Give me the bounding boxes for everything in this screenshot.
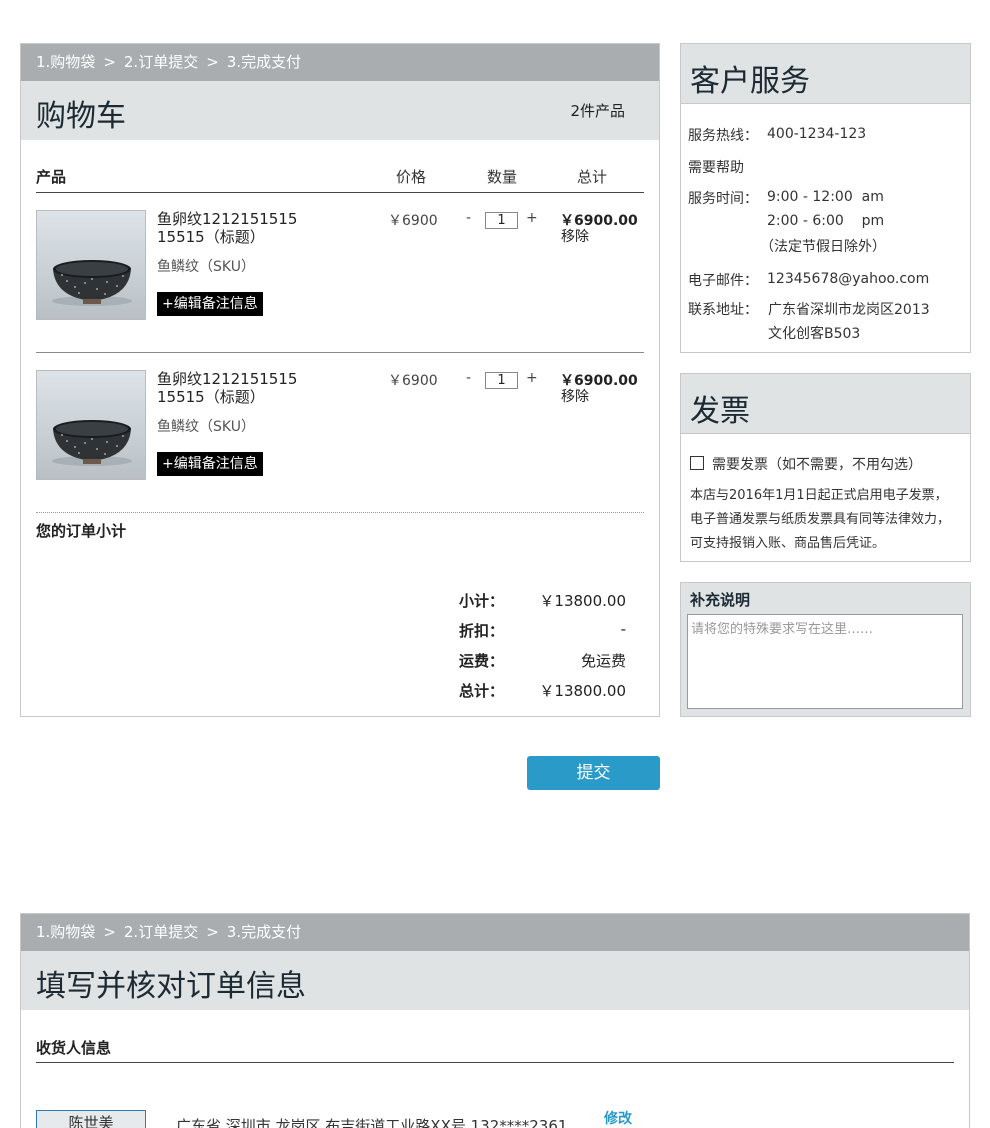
checkout-steps: 1.购物袋 >2.订单提交 >3.完成支付 xyxy=(21,914,969,951)
hours-pm: 2:00 - 6:00 pm xyxy=(767,213,885,229)
step-separator: > xyxy=(103,923,116,941)
qty-decrease-button[interactable]: - xyxy=(466,370,471,386)
item-divider xyxy=(36,352,644,353)
product-title[interactable]: 鱼卵纹1212151515 15515（标题） xyxy=(157,210,307,246)
receiver-divider xyxy=(36,1062,954,1063)
receiver-name-button[interactable]: 陈世美 xyxy=(36,1110,146,1128)
invoice-checkbox-label[interactable]: 需要发票（如不需要，不用勾选） xyxy=(712,454,922,474)
receiver-address: 广东省 深圳市 龙岗区 布吉街道工业路XX号 132****2361 xyxy=(176,1117,568,1128)
invoice-text-line: 电子普通发票与纸质发票具有同等法律效力， xyxy=(690,512,951,527)
step-pay[interactable]: 3.完成支付 xyxy=(227,923,301,941)
product-count: 2件产品 xyxy=(570,102,625,120)
step-separator: > xyxy=(103,53,116,71)
email-label: 电子邮件： xyxy=(688,273,758,289)
hours-am: 9:00 - 12:00 am xyxy=(767,189,884,205)
remove-item-button[interactable]: 移除 xyxy=(561,226,589,246)
qty-input[interactable]: 1 xyxy=(485,212,518,229)
column-total: 总计 xyxy=(577,168,608,186)
address-line-2: 文化创客B503 xyxy=(768,326,861,342)
checkout-steps: 1.购物袋 >2.订单提交 >3.完成支付 xyxy=(21,44,659,81)
product-sku: 鱼鳞纹（SKU） xyxy=(157,419,255,435)
discount-value: - xyxy=(620,620,626,638)
step-submit[interactable]: 2.订单提交 xyxy=(124,53,198,71)
invoice-panel: 发票 需要发票（如不需要，不用勾选） 本店与2016年1月1日起正式启用电子发票… xyxy=(680,373,971,562)
qty-increase-button[interactable]: + xyxy=(526,370,538,386)
qty-increase-button[interactable]: + xyxy=(526,210,538,226)
qty-input[interactable]: 1 xyxy=(485,372,518,389)
hotline-value[interactable]: 400-1234-123 xyxy=(767,126,866,142)
page-title: 购物车 xyxy=(36,99,126,134)
cart-item: 鱼卵纹1212151515 15515（标题） 鱼鳞纹（SKU） +编辑备注信息… xyxy=(36,370,644,482)
invoice-text-line: 本店与2016年1月1日起正式启用电子发票， xyxy=(690,488,948,503)
edit-note-button[interactable]: +编辑备注信息 xyxy=(157,452,263,476)
service-header: 客户服务 xyxy=(681,44,970,104)
help-link[interactable]: 需要帮助 xyxy=(688,157,744,177)
invoice-checkbox[interactable] xyxy=(690,456,704,470)
invoice-header: 发票 xyxy=(681,374,970,434)
receiver-section-title: 收货人信息 xyxy=(36,1039,112,1057)
subtotal-value: ￥13800.00 xyxy=(539,592,626,610)
edit-note-button[interactable]: +编辑备注信息 xyxy=(157,292,263,316)
column-price: 价格 xyxy=(396,168,427,186)
hours-label: 服务时间： xyxy=(688,191,758,207)
service-title: 客户服务 xyxy=(690,64,810,99)
submit-button[interactable]: 提交 xyxy=(527,756,660,790)
header-divider xyxy=(36,192,644,193)
shipping-value: 免运费 xyxy=(580,652,626,670)
cart-panel: 1.购物袋 >2.订单提交 >3.完成支付 购物车 2件产品 产品 价格 数量 总计… xyxy=(20,43,660,717)
edit-address-link[interactable]: 修改 xyxy=(604,1108,632,1128)
notes-textarea[interactable] xyxy=(687,614,963,709)
column-product: 产品 xyxy=(36,168,67,186)
address-line-1: 广东省深圳市龙岗区2013 xyxy=(768,302,930,318)
email-value[interactable]: 12345678@yahoo.com xyxy=(767,271,929,287)
hotline-label: 服务热线： xyxy=(688,128,758,144)
order-info-panel: 1.购物袋 >2.订单提交 >3.完成支付 填写并核对订单信息 收货人信息 陈世美 … xyxy=(20,913,970,1128)
qty-decrease-button[interactable]: - xyxy=(466,210,471,226)
step-submit[interactable]: 2.订单提交 xyxy=(124,923,198,941)
page-title: 填写并核对订单信息 xyxy=(36,969,306,1004)
invoice-description: 本店与2016年1月1日起正式启用电子发票， 电子普通发票与纸质发票具有同等法律… xyxy=(690,484,970,556)
remove-item-button[interactable]: 移除 xyxy=(561,386,589,406)
product-price: ￥6900 xyxy=(388,213,438,229)
product-sku: 鱼鳞纹（SKU） xyxy=(157,259,255,275)
grand-total-label: 总计： xyxy=(459,682,505,700)
cart-item: 鱼卵纹1212151515 15515（标题） 鱼鳞纹（SKU） +编辑备注信息… xyxy=(36,210,644,322)
column-quantity: 数量 xyxy=(487,168,518,186)
address-label: 联系地址： xyxy=(688,302,758,318)
tea-bowl-icon xyxy=(52,260,132,306)
product-title[interactable]: 鱼卵纹1212151515 15515（标题） xyxy=(157,370,307,406)
subtotal-label: 小计： xyxy=(459,592,505,610)
step-bag[interactable]: 1.购物袋 xyxy=(36,923,95,941)
hours-note: （法定节假日除外） xyxy=(760,239,886,255)
summary-divider xyxy=(36,512,644,513)
step-separator: > xyxy=(206,923,219,941)
step-bag[interactable]: 1.购物袋 xyxy=(36,53,95,71)
customer-service-panel: 客户服务 服务热线： 400-1234-123 需要帮助 服务时间： 9:00 … xyxy=(680,43,971,353)
order-info-header: 填写并核对订单信息 xyxy=(21,951,969,1010)
shipping-label: 运费： xyxy=(459,652,505,670)
discount-label: 折扣： xyxy=(459,622,505,640)
cart-header: 购物车 2件产品 xyxy=(21,81,659,140)
step-pay[interactable]: 3.完成支付 xyxy=(227,53,301,71)
invoice-title: 发票 xyxy=(690,394,750,429)
notes-panel: 补充说明 xyxy=(680,582,971,717)
product-image[interactable] xyxy=(36,210,146,320)
order-summary-title: 您的订单小计 xyxy=(36,522,127,540)
tea-bowl-icon xyxy=(52,420,132,466)
product-image[interactable] xyxy=(36,370,146,480)
grand-total-value: ￥13800.00 xyxy=(539,682,626,700)
product-price: ￥6900 xyxy=(388,373,438,389)
notes-label: 补充说明 xyxy=(690,591,751,609)
invoice-text-line: 可支持报销入账、商品售后凭证。 xyxy=(690,536,886,551)
step-separator: > xyxy=(206,53,219,71)
